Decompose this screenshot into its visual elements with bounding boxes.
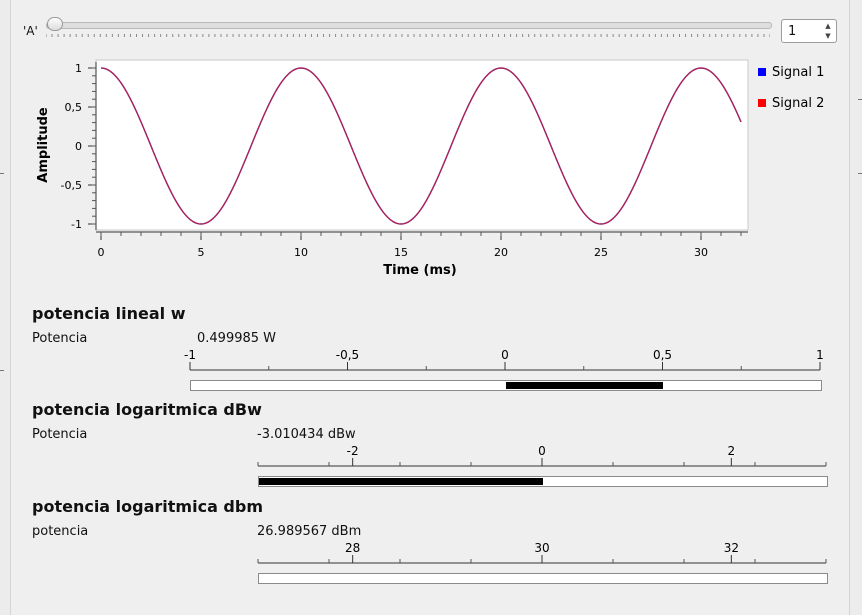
power-value: 26.989567 dBm [257, 524, 362, 539]
scale-label: 1 [816, 348, 824, 362]
legend-label: Signal 2 [772, 96, 824, 111]
scale-label: 0 [501, 348, 509, 362]
meter-bar [258, 573, 828, 584]
amplitude-slider-handle[interactable] [47, 17, 63, 31]
y-axis: 1 0,5 0 -0,5 -1 [61, 62, 97, 231]
x-tick-label: 15 [394, 246, 408, 259]
x-tick-label: 0 [98, 246, 105, 259]
x-tick-label: 25 [594, 246, 608, 259]
x-tick-label: 5 [198, 246, 205, 259]
y-tick-label: -0,5 [61, 179, 82, 192]
caret-down-icon[interactable]: ▼ [822, 31, 834, 41]
scale-label: -2 [347, 444, 359, 458]
scale-label: 0 [538, 444, 546, 458]
x-axis-label: Time (ms) [383, 263, 456, 278]
plot-area [95, 59, 749, 231]
x-tick-label: 30 [694, 246, 708, 259]
meter-scale: -1 -0,5 0 0,5 1 [184, 348, 824, 371]
scale-label: 0,5 [653, 348, 672, 362]
y-tick-label: 1 [75, 62, 82, 75]
y-axis-label: Amplitude [36, 107, 51, 183]
section-title: potencia logaritmica dbm [32, 497, 264, 516]
scale-label: -0,5 [336, 348, 359, 362]
slider-tick-marks [46, 34, 770, 37]
spinbox-value: 1 [788, 24, 797, 39]
slider-label: 'A' [23, 24, 38, 38]
meter-bar [190, 380, 822, 391]
y-tick-label: -1 [71, 218, 82, 231]
meter-bar-fill [506, 382, 664, 389]
x-tick-label: 20 [494, 246, 508, 259]
legend-label: Signal 1 [772, 65, 824, 80]
caret-up-icon[interactable]: ▲ [822, 21, 834, 31]
time-plot: 1 0,5 0 -0,5 -1 0 5 10 15 20 25 30 Time (ms) Ampli… [36, 59, 824, 278]
power-label: Potencia [32, 427, 88, 442]
amplitude-spinbox[interactable]: 1 ▲ ▼ [781, 19, 837, 43]
legend-swatch [758, 68, 766, 76]
y-tick-label: 0,5 [65, 101, 83, 114]
scale-label: 2 [728, 444, 736, 458]
meter-bar-fill [259, 478, 543, 485]
y-tick-label: 0 [75, 140, 82, 153]
meter-scale: 28 30 32 [257, 541, 827, 564]
scale-label: 28 [345, 541, 360, 555]
power-value: -3.010434 dBw [257, 427, 356, 442]
section-title: potencia logaritmica dBw [32, 400, 262, 419]
power-value: 0.499985 W [197, 331, 277, 346]
power-label: Potencia [32, 331, 88, 346]
x-tick-label: 10 [294, 246, 308, 259]
legend-swatch [758, 99, 766, 107]
scale-label: 32 [724, 541, 739, 555]
section-title: potencia lineal w [32, 304, 186, 323]
power-label: potencia [32, 524, 89, 539]
meter-bar [258, 476, 828, 487]
amplitude-slider-track[interactable] [46, 22, 772, 29]
meter-scale: -2 0 2 [257, 444, 827, 467]
scale-label: -1 [184, 348, 196, 362]
legend: Signal 1 Signal 2 [758, 65, 824, 111]
scale-label: 30 [534, 541, 549, 555]
x-axis: 0 5 10 15 20 25 30 [96, 231, 748, 259]
